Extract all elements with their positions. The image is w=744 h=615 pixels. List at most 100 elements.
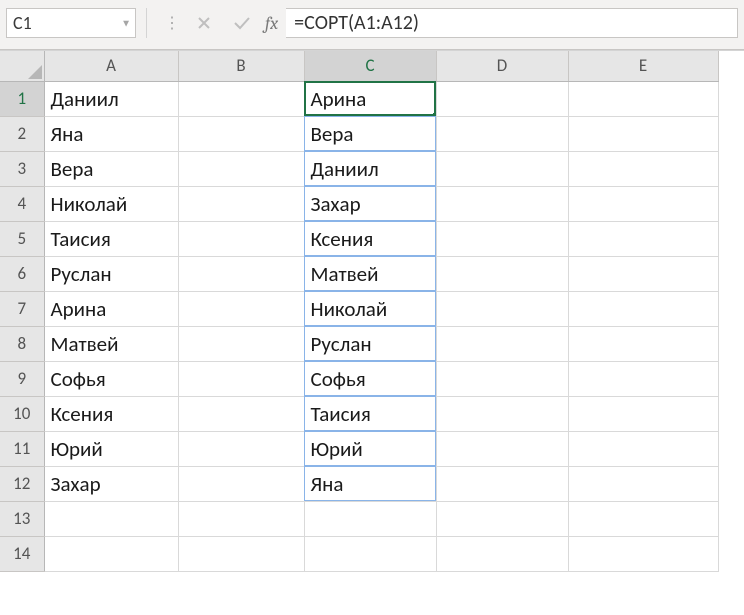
cell-E10[interactable] <box>568 396 718 431</box>
cell-D10[interactable] <box>436 396 568 431</box>
fx-label[interactable]: fx <box>265 13 278 34</box>
cell-D6[interactable] <box>436 256 568 291</box>
cell-C10[interactable]: Таисия <box>304 396 436 431</box>
cell-B6[interactable] <box>178 256 304 291</box>
cell-A11[interactable]: Юрий <box>44 431 178 466</box>
cell-C14[interactable] <box>304 536 436 571</box>
cell-A1[interactable]: Даниил <box>44 81 178 116</box>
cell-D3[interactable] <box>436 151 568 186</box>
cell-D13[interactable] <box>436 501 568 536</box>
col-header-C[interactable]: C <box>304 51 436 81</box>
row-header-7[interactable]: 7 <box>0 291 44 326</box>
cancel-button[interactable] <box>185 8 223 38</box>
row-header-2[interactable]: 2 <box>0 116 44 151</box>
cell-E7[interactable] <box>568 291 718 326</box>
cell-C13[interactable] <box>304 501 436 536</box>
cell-C12[interactable]: Яна <box>304 466 436 501</box>
cell-E3[interactable] <box>568 151 718 186</box>
cell-A6[interactable]: Руслан <box>44 256 178 291</box>
cell-A3[interactable]: Вера <box>44 151 178 186</box>
name-box[interactable]: C1 ▼ <box>6 8 136 38</box>
spreadsheet-grid[interactable]: ABCDE1ДаниилАрина2ЯнаВера3ВераДаниил4Ник… <box>0 51 744 572</box>
cell-A5[interactable]: Таисия <box>44 221 178 256</box>
cell-E14[interactable] <box>568 536 718 571</box>
cell-A10[interactable]: Ксения <box>44 396 178 431</box>
cell-D11[interactable] <box>436 431 568 466</box>
formula-bar-expand[interactable]: ⋮ <box>165 8 177 38</box>
cell-C8[interactable]: Руслан <box>304 326 436 361</box>
cell-B3[interactable] <box>178 151 304 186</box>
cell-B8[interactable] <box>178 326 304 361</box>
cell-D12[interactable] <box>436 466 568 501</box>
row-header-6[interactable]: 6 <box>0 256 44 291</box>
name-box-dropdown-icon[interactable]: ▼ <box>121 17 131 30</box>
cell-D1[interactable] <box>436 81 568 116</box>
row-header-8[interactable]: 8 <box>0 326 44 361</box>
cell-E8[interactable] <box>568 326 718 361</box>
cell-B11[interactable] <box>178 431 304 466</box>
cell-D8[interactable] <box>436 326 568 361</box>
col-header-D[interactable]: D <box>436 51 568 81</box>
cell-E2[interactable] <box>568 116 718 151</box>
enter-button[interactable] <box>223 8 261 38</box>
cell-C5[interactable]: Ксения <box>304 221 436 256</box>
cell-B4[interactable] <box>178 186 304 221</box>
cell-D7[interactable] <box>436 291 568 326</box>
cell-B2[interactable] <box>178 116 304 151</box>
row-header-3[interactable]: 3 <box>0 151 44 186</box>
cell-B1[interactable] <box>178 81 304 116</box>
cell-C3[interactable]: Даниил <box>304 151 436 186</box>
row-header-1[interactable]: 1 <box>0 81 44 116</box>
select-all-corner[interactable] <box>0 51 44 81</box>
cell-A14[interactable] <box>44 536 178 571</box>
cell-B9[interactable] <box>178 361 304 396</box>
cell-E6[interactable] <box>568 256 718 291</box>
cell-C7[interactable]: Николай <box>304 291 436 326</box>
cell-D2[interactable] <box>436 116 568 151</box>
col-header-B[interactable]: B <box>178 51 304 81</box>
cell-C11[interactable]: Юрий <box>304 431 436 466</box>
cell-B14[interactable] <box>178 536 304 571</box>
cell-A2[interactable]: Яна <box>44 116 178 151</box>
cell-A9[interactable]: Софья <box>44 361 178 396</box>
cell-A8[interactable]: Матвей <box>44 326 178 361</box>
cell-D4[interactable] <box>436 186 568 221</box>
cell-C4[interactable]: Захар <box>304 186 436 221</box>
cell-A4[interactable]: Николай <box>44 186 178 221</box>
col-header-E[interactable]: E <box>568 51 718 81</box>
cell-B7[interactable] <box>178 291 304 326</box>
row-header-9[interactable]: 9 <box>0 361 44 396</box>
cell-E4[interactable] <box>568 186 718 221</box>
cell-E1[interactable] <box>568 81 718 116</box>
divider <box>146 8 147 38</box>
cell-C2[interactable]: Вера <box>304 116 436 151</box>
cell-D9[interactable] <box>436 361 568 396</box>
cell-E13[interactable] <box>568 501 718 536</box>
cell-B12[interactable] <box>178 466 304 501</box>
formula-input[interactable]: =СОРТ(A1:A12) <box>286 8 738 38</box>
row-header-5[interactable]: 5 <box>0 221 44 256</box>
cell-B10[interactable] <box>178 396 304 431</box>
row-header-13[interactable]: 13 <box>0 501 44 536</box>
cell-C9[interactable]: Софья <box>304 361 436 396</box>
row-header-4[interactable]: 4 <box>0 186 44 221</box>
row-header-10[interactable]: 10 <box>0 396 44 431</box>
cell-E5[interactable] <box>568 221 718 256</box>
row-header-12[interactable]: 12 <box>0 466 44 501</box>
cell-A7[interactable]: Арина <box>44 291 178 326</box>
cell-A13[interactable] <box>44 501 178 536</box>
cell-E9[interactable] <box>568 361 718 396</box>
cell-C6[interactable]: Матвей <box>304 256 436 291</box>
cell-B5[interactable] <box>178 221 304 256</box>
cell-D5[interactable] <box>436 221 568 256</box>
cell-E12[interactable] <box>568 466 718 501</box>
row-header-14[interactable]: 14 <box>0 536 44 571</box>
row-header-11[interactable]: 11 <box>0 431 44 466</box>
cell-E11[interactable] <box>568 431 718 466</box>
cell-C1[interactable]: Арина <box>304 81 436 116</box>
fill-handle[interactable] <box>433 113 437 117</box>
cell-A12[interactable]: Захар <box>44 466 178 501</box>
cell-D14[interactable] <box>436 536 568 571</box>
col-header-A[interactable]: A <box>44 51 178 81</box>
cell-B13[interactable] <box>178 501 304 536</box>
